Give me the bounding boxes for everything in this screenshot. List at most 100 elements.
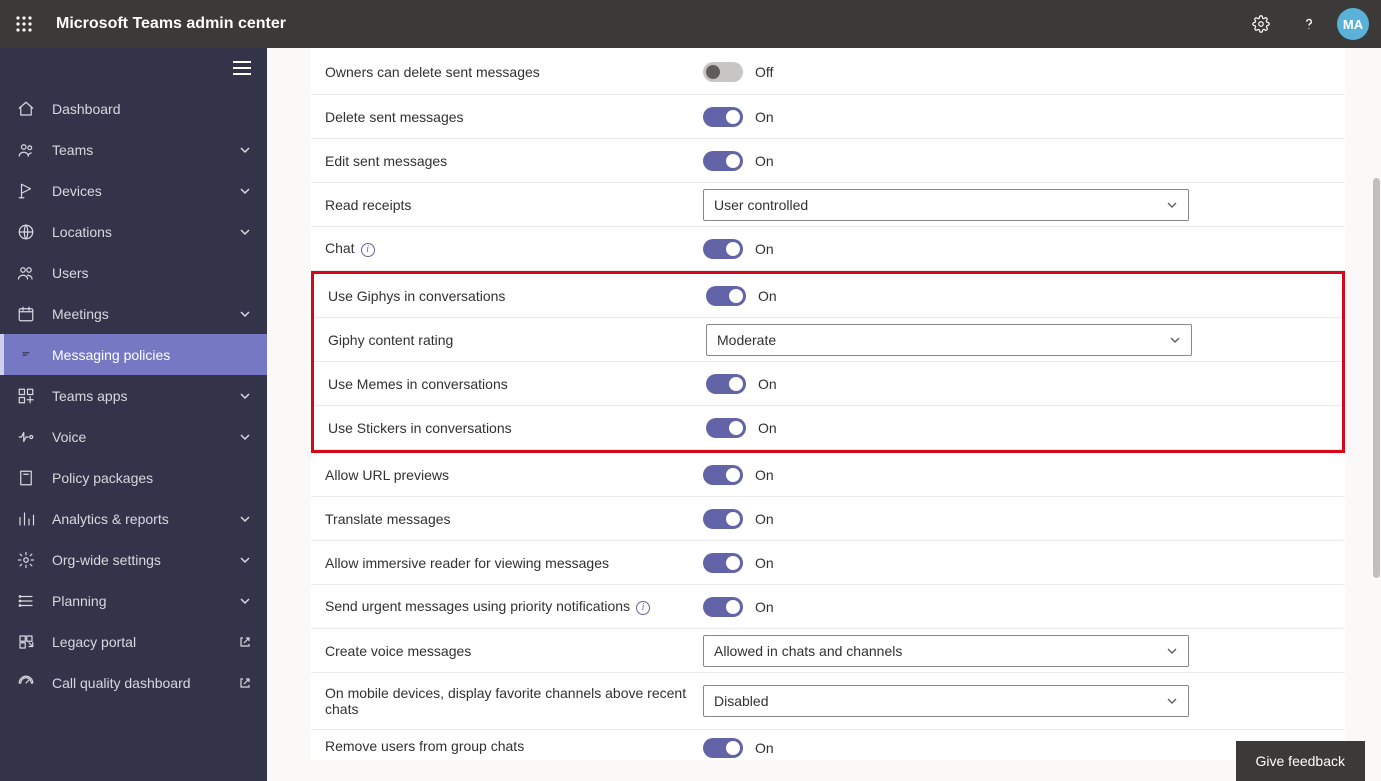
setting-label: Chati (325, 240, 703, 256)
toggle-state-text: On (755, 153, 774, 169)
sidebar-item-analytics-reports[interactable]: Analytics & reports (0, 498, 267, 539)
sidebar-item-locations[interactable]: Locations (0, 211, 267, 252)
info-icon[interactable]: i (361, 243, 375, 257)
toggle[interactable] (703, 239, 743, 259)
setting-label: Translate messages (325, 511, 703, 527)
chevron-down-icon (239, 390, 251, 402)
toggle[interactable] (703, 151, 743, 171)
setting-row: Giphy content ratingModerate (314, 318, 1342, 362)
toggle[interactable] (706, 418, 746, 438)
scrollbar-thumb[interactable] (1373, 178, 1380, 578)
setting-control: Allowed in chats and channels (703, 635, 1331, 667)
toggle-state-text: On (755, 740, 774, 756)
setting-row: Remove users from group chats On (311, 730, 1345, 760)
sidebar-item-policy-packages[interactable]: Policy packages (0, 457, 267, 498)
toggle-state-text: On (755, 241, 774, 257)
toggle-state-text: On (758, 420, 777, 436)
toggle[interactable] (703, 465, 743, 485)
toggle[interactable] (703, 738, 743, 758)
toggle[interactable] (703, 107, 743, 127)
external-link-icon (239, 636, 251, 648)
chat-icon (16, 345, 36, 365)
chevron-down-icon (239, 308, 251, 320)
setting-row: Use Memes in conversationsOn (314, 362, 1342, 406)
sidebar-item-teams[interactable]: Teams (0, 129, 267, 170)
sidebar-item-label: Legacy portal (52, 634, 233, 650)
toggle[interactable] (703, 553, 743, 573)
package-icon (16, 468, 36, 488)
toggle[interactable] (706, 374, 746, 394)
sidebar-item-dashboard[interactable]: Dashboard (0, 88, 267, 129)
app-launcher-button[interactable] (0, 0, 48, 48)
select-dropdown[interactable]: Allowed in chats and channels (703, 635, 1189, 667)
setting-row: Use Stickers in conversationsOn (314, 406, 1342, 450)
setting-row: Owners can delete sent messagesOff (311, 48, 1345, 95)
scrollbar[interactable] (1369, 48, 1381, 781)
gear-icon (1252, 15, 1270, 33)
select-dropdown[interactable]: Disabled (703, 685, 1189, 717)
toggle[interactable] (706, 286, 746, 306)
give-feedback-button[interactable]: Give feedback (1236, 741, 1366, 781)
setting-control: Off (703, 62, 1331, 82)
chevron-down-icon (1166, 199, 1178, 211)
chevron-down-icon (239, 595, 251, 607)
speed-icon (16, 673, 36, 693)
setting-row: Translate messagesOn (311, 497, 1345, 541)
toggle[interactable] (703, 62, 743, 82)
sidebar-item-planning[interactable]: Planning (0, 580, 267, 621)
chevron-down-icon (239, 513, 251, 525)
setting-control: On (703, 107, 1331, 127)
sidebar-item-devices[interactable]: Devices (0, 170, 267, 211)
chevron-down-icon (1166, 695, 1178, 707)
sidebar-item-label: Devices (52, 183, 239, 199)
sidebar-item-label: Teams apps (52, 388, 239, 404)
setting-control: On (703, 239, 1331, 259)
sidebar-item-org-wide-settings[interactable]: Org-wide settings (0, 539, 267, 580)
sidebar-item-teams-apps[interactable]: Teams apps (0, 375, 267, 416)
sidebar-item-messaging-policies[interactable]: Messaging policies (0, 334, 267, 375)
chevron-down-icon (239, 144, 251, 156)
toggle[interactable] (703, 509, 743, 529)
sidebar-item-label: Planning (52, 593, 239, 609)
setting-label: Delete sent messages (325, 109, 703, 125)
help-icon (1300, 15, 1318, 33)
avatar[interactable]: MA (1337, 8, 1369, 40)
help-button[interactable] (1285, 0, 1333, 48)
main-content: Owners can delete sent messagesOff Delete… (267, 48, 1381, 781)
setting-control: On (703, 465, 1331, 485)
info-icon[interactable]: i (636, 601, 650, 615)
collapse-sidebar-button[interactable] (233, 61, 251, 75)
setting-control: Disabled (703, 685, 1331, 717)
users-icon (16, 263, 36, 283)
calendar-icon (16, 304, 36, 324)
setting-row: Send urgent messages using priority noti… (311, 585, 1345, 629)
globe-icon (16, 222, 36, 242)
legacy-icon (16, 632, 36, 652)
setting-row: Create voice messagesAllowed in chats an… (311, 629, 1345, 673)
toggle[interactable] (703, 597, 743, 617)
setting-row: Chati On (311, 227, 1345, 271)
toggle-state-text: On (755, 599, 774, 615)
setting-label: Remove users from group chats (325, 738, 703, 754)
settings-button[interactable] (1237, 0, 1285, 48)
voice-icon (16, 427, 36, 447)
setting-control: On (703, 553, 1331, 573)
sidebar-item-voice[interactable]: Voice (0, 416, 267, 457)
select-value: Disabled (714, 693, 1166, 709)
waffle-icon (16, 16, 32, 32)
select-dropdown[interactable]: User controlled (703, 189, 1189, 221)
setting-control: User controlled (703, 189, 1331, 221)
gear-icon (16, 550, 36, 570)
sidebar-item-users[interactable]: Users (0, 252, 267, 293)
sidebar-item-meetings[interactable]: Meetings (0, 293, 267, 334)
chevron-down-icon (1166, 645, 1178, 657)
toggle-state-text: On (755, 555, 774, 571)
app-title: Microsoft Teams admin center (48, 15, 286, 33)
sidebar-item-legacy-portal[interactable]: Legacy portal (0, 621, 267, 662)
select-dropdown[interactable]: Moderate (706, 324, 1192, 356)
setting-label: Use Giphys in conversations (328, 288, 706, 304)
sidebar-item-call-quality-dashboard[interactable]: Call quality dashboard (0, 662, 267, 703)
setting-row: Allow URL previewsOn (311, 453, 1345, 497)
chevron-down-icon (239, 185, 251, 197)
setting-control: On (706, 418, 1328, 438)
